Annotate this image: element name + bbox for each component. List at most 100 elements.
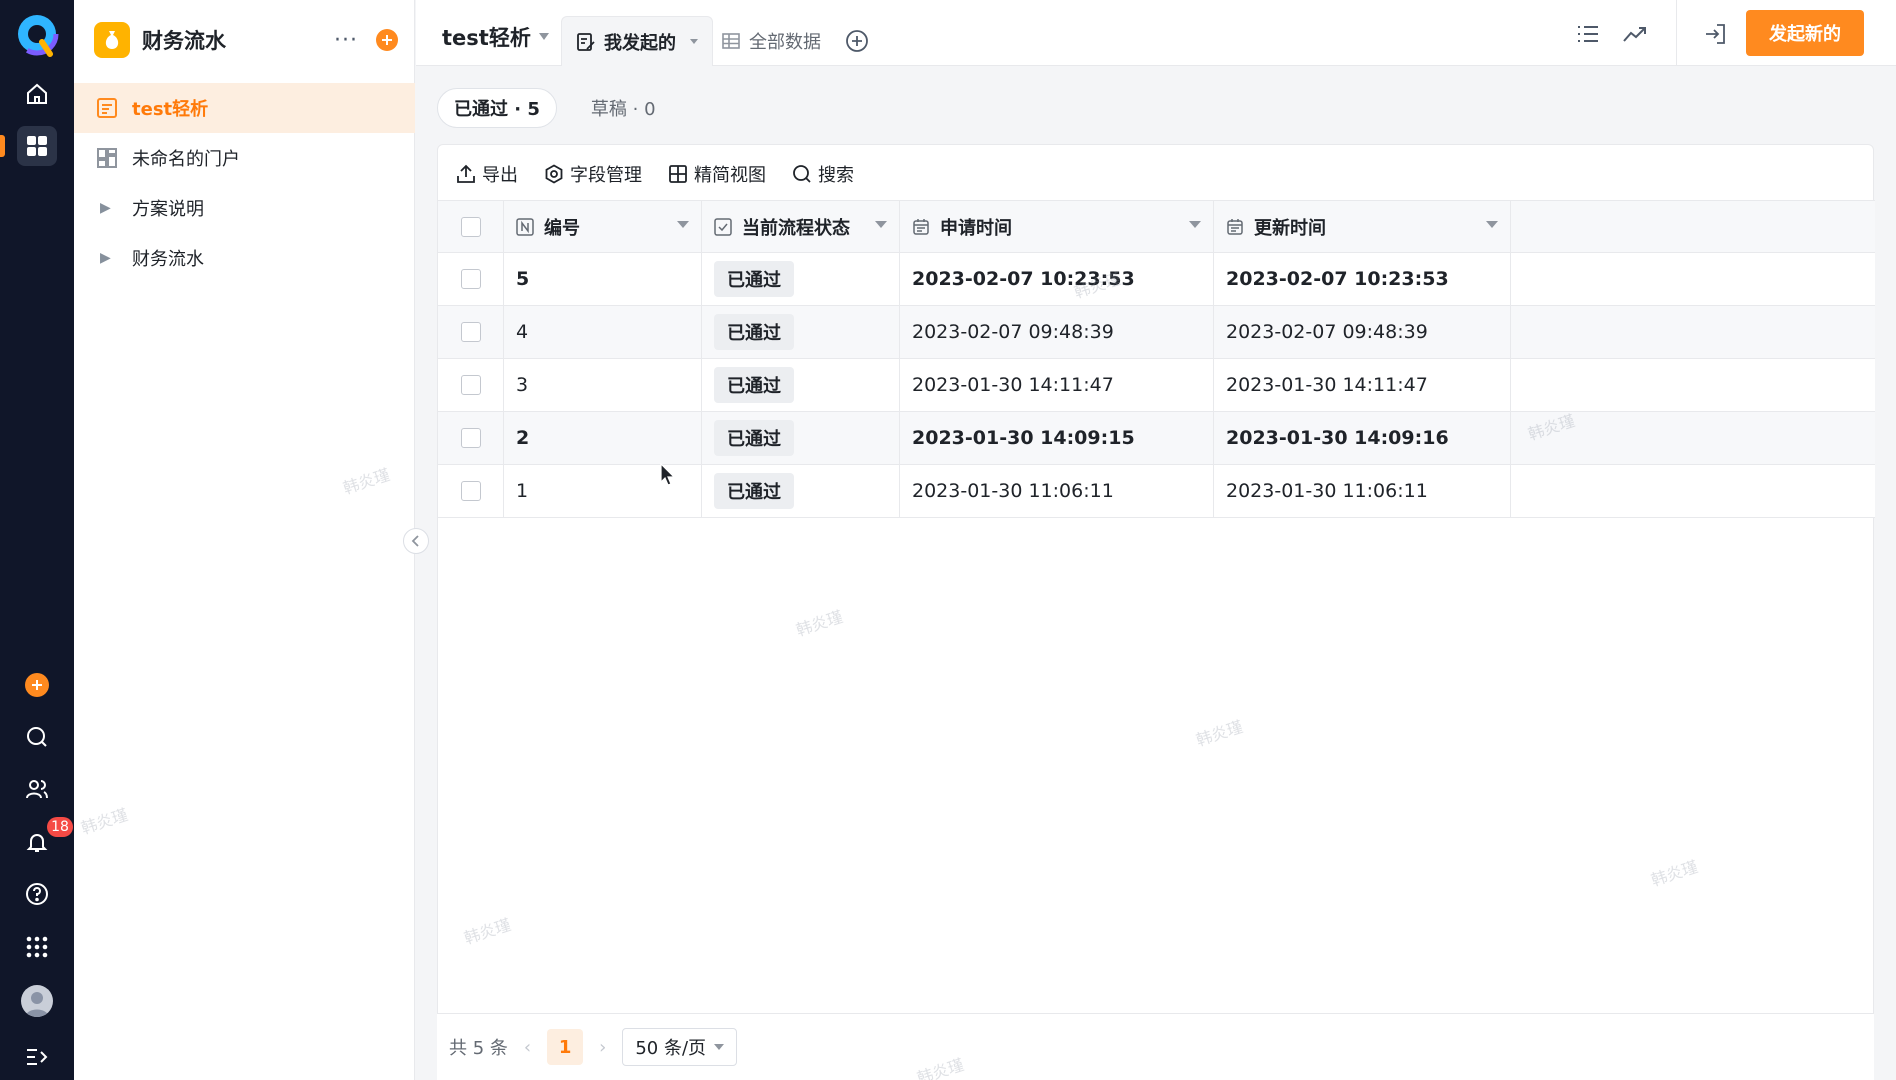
app-nav-panel: 财务流水 ··· test轻析 未命名的门户 ▶ 方案说明 ▶ 财务流水 <box>74 0 415 1080</box>
search-icon[interactable] <box>17 717 57 757</box>
list-view-icon[interactable] <box>1574 20 1602 48</box>
table-row[interactable]: 2 已通过 2023-01-30 14:09:15 2023-01-30 14:… <box>438 412 1875 465</box>
avatar[interactable] <box>21 985 53 1017</box>
status-badge: 已通过 <box>714 261 794 297</box>
field-management-button[interactable]: 字段管理 <box>544 161 642 187</box>
filter-drafts[interactable]: 草稿 · 0 <box>575 88 672 128</box>
chart-trend-icon[interactable] <box>1621 20 1649 48</box>
column-menu-icon[interactable] <box>875 221 887 228</box>
cell-status: 已通过 <box>702 306 900 358</box>
table-row[interactable]: 4 已通过 2023-02-07 09:48:39 2023-02-07 09:… <box>438 306 1875 359</box>
cell-applied-time: 2023-01-30 14:09:15 <box>900 412 1214 464</box>
nav-header: 财务流水 ··· <box>94 20 398 60</box>
cell-updated-time: 2023-01-30 14:11:47 <box>1214 359 1511 411</box>
prev-page-icon[interactable]: ‹ <box>524 1037 531 1058</box>
cell-id: 4 <box>504 306 702 358</box>
cell-updated-time: 2023-01-30 11:06:11 <box>1214 465 1511 517</box>
home-icon[interactable] <box>17 74 57 114</box>
row-checkbox[interactable] <box>460 375 481 395</box>
portal-icon <box>94 145 120 171</box>
column-menu-icon[interactable] <box>677 221 689 228</box>
nav-folder-finance[interactable]: ▶ 财务流水 <box>74 233 415 283</box>
apps-icon[interactable] <box>17 927 57 967</box>
cell-empty <box>1511 412 1875 464</box>
upload-icon <box>456 164 476 184</box>
nav-item-label: test轻析 <box>132 99 209 120</box>
cell-applied-time: 2023-02-07 10:23:53 <box>900 253 1214 305</box>
row-checkbox[interactable] <box>460 269 481 289</box>
table-row[interactable]: 3 已通过 2023-01-30 14:11:47 2023-01-30 14:… <box>438 359 1875 412</box>
select-all-checkbox[interactable] <box>460 216 481 237</box>
nav-item-label: 未命名的门户 <box>132 149 240 170</box>
caret-right-icon[interactable]: ▶ <box>100 250 120 266</box>
nav-folder-plan[interactable]: ▶ 方案说明 <box>74 183 415 233</box>
next-page-icon[interactable]: › <box>599 1037 606 1058</box>
contacts-icon[interactable] <box>17 769 57 809</box>
status-badge: 已通过 <box>714 314 794 350</box>
status-badge: 已通过 <box>714 473 794 509</box>
app-logo[interactable] <box>14 12 60 58</box>
divider <box>1676 0 1677 66</box>
app-title: 财务流水 <box>142 29 226 53</box>
nav-item-portal[interactable]: 未命名的门户 <box>74 133 415 183</box>
search-button[interactable]: 搜索 <box>792 161 854 187</box>
create-plus-icon[interactable] <box>25 673 49 697</box>
row-checkbox[interactable] <box>460 428 481 448</box>
status-badge: 已通过 <box>714 420 794 456</box>
workspace-grid-icon[interactable] <box>17 126 57 166</box>
cell-id: 5 <box>504 253 702 305</box>
table-row[interactable]: 5 已通过 2023-02-07 10:23:53 2023-02-07 10:… <box>438 253 1875 306</box>
nav-item-label: 方案说明 <box>132 199 204 220</box>
new-submission-button[interactable]: 发起新的 <box>1746 10 1864 56</box>
collapse-sidebar-button[interactable] <box>403 528 429 554</box>
cell-applied-time: 2023-01-30 14:11:47 <box>900 359 1214 411</box>
dropdown-icon[interactable] <box>690 38 698 45</box>
cell-id: 2 <box>504 412 702 464</box>
column-label: 当前流程状态 <box>742 217 850 239</box>
settings-icon <box>544 164 564 184</box>
row-checkbox[interactable] <box>460 481 481 501</box>
column-header-status[interactable]: 当前流程状态 <box>702 201 900 252</box>
export-button[interactable]: 导出 <box>456 161 518 187</box>
notification-badge: 18 <box>47 817 73 837</box>
tab-my-submissions[interactable]: 我发起的 <box>561 16 713 66</box>
cell-empty <box>1511 253 1875 305</box>
moneybag-icon <box>94 22 130 58</box>
cell-status: 已通过 <box>702 412 900 464</box>
table-header: 编号 当前流程状态 申请时间 更新时间 <box>438 200 1875 253</box>
cell-applied-time: 2023-02-07 09:48:39 <box>900 306 1214 358</box>
expand-menu-icon[interactable] <box>17 1037 57 1077</box>
table-icon <box>721 31 741 51</box>
form-switcher[interactable]: test轻析 <box>442 22 549 52</box>
column-menu-icon[interactable] <box>1189 221 1201 228</box>
status-badge: 已通过 <box>714 367 794 403</box>
compact-view-button[interactable]: 精简视图 <box>668 161 766 187</box>
row-select-cell <box>438 306 504 358</box>
pagination-bar: 共 5 条 ‹ 1 › 50 条/页 <box>437 1013 1874 1080</box>
caret-right-icon[interactable]: ▶ <box>100 200 120 216</box>
page-size-select[interactable]: 50 条/页 <box>622 1028 738 1066</box>
column-header-applied-time[interactable]: 申请时间 <box>900 201 1214 252</box>
tab-all-data[interactable]: 全部数据 <box>707 16 835 66</box>
add-item-icon[interactable] <box>376 29 398 51</box>
cell-updated-time: 2023-01-30 14:09:16 <box>1214 412 1511 464</box>
table-row[interactable]: 1 已通过 2023-01-30 11:06:11 2023-01-30 11:… <box>438 465 1875 518</box>
more-options-icon[interactable]: ··· <box>334 28 358 53</box>
exit-icon[interactable] <box>1701 20 1729 48</box>
filter-approved[interactable]: 已通过 · 5 <box>437 88 557 128</box>
form-icon <box>94 95 120 121</box>
row-select-cell <box>438 253 504 305</box>
current-page[interactable]: 1 <box>547 1029 584 1065</box>
calendar-icon <box>912 218 930 236</box>
nav-item-form[interactable]: test轻析 <box>74 83 415 133</box>
page-size-value: 50 条/页 <box>635 1038 707 1059</box>
help-icon[interactable] <box>17 874 57 914</box>
row-checkbox[interactable] <box>460 322 481 342</box>
column-menu-icon[interactable] <box>1486 221 1498 228</box>
active-indicator <box>0 135 5 157</box>
column-header-id[interactable]: 编号 <box>504 201 702 252</box>
cell-status: 已通过 <box>702 359 900 411</box>
tab-label: 全部数据 <box>749 32 821 53</box>
add-view-icon[interactable] <box>845 29 869 57</box>
column-header-updated-time[interactable]: 更新时间 <box>1214 201 1511 252</box>
